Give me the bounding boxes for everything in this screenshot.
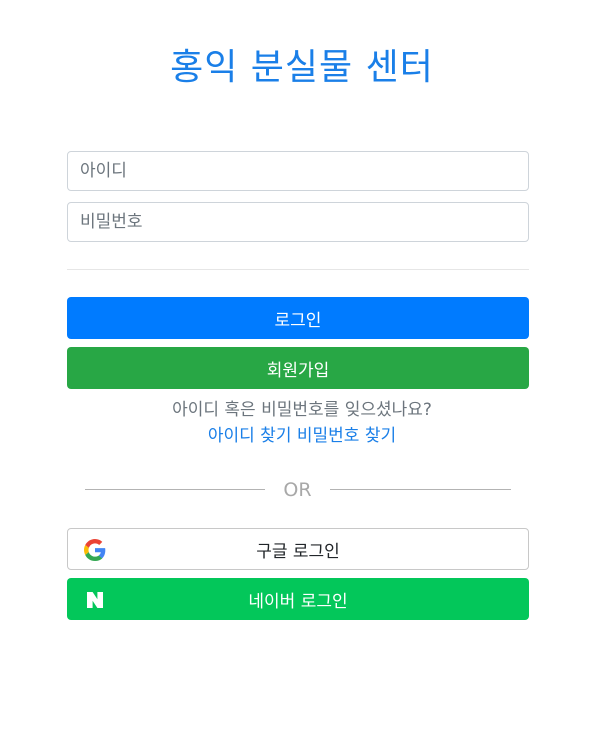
find-links: 아이디 찾기 비밀번호 찾기 bbox=[0, 425, 604, 447]
signup-button-label: 회원가입 bbox=[266, 360, 330, 381]
password-input[interactable] bbox=[67, 202, 529, 242]
google-icon bbox=[84, 539, 106, 561]
google-login-button[interactable]: 구글 로그인 bbox=[67, 528, 529, 570]
id-input[interactable] bbox=[67, 151, 529, 191]
google-login-label: 구글 로그인 bbox=[256, 541, 340, 562]
naver-login-button[interactable]: 네이버 로그인 bbox=[67, 578, 529, 620]
find-password-link[interactable]: 비밀번호 찾기 bbox=[297, 426, 396, 446]
form-divider bbox=[67, 269, 529, 270]
login-button[interactable]: 로그인 bbox=[67, 297, 529, 339]
login-button-label: 로그인 bbox=[274, 310, 322, 331]
find-id-link[interactable]: 아이디 찾기 bbox=[208, 426, 292, 446]
or-line-right bbox=[330, 489, 511, 490]
or-line-left bbox=[85, 489, 265, 490]
or-separator: OR bbox=[85, 479, 511, 501]
naver-login-label: 네이버 로그인 bbox=[248, 591, 348, 612]
page-title: 홍익 분실물 센터 bbox=[170, 47, 434, 88]
or-label: OR bbox=[283, 479, 312, 501]
naver-icon bbox=[84, 589, 106, 611]
forgot-credentials-text: 아이디 혹은 비밀번호를 잊으셨나요? bbox=[172, 400, 432, 420]
signup-button[interactable]: 회원가입 bbox=[67, 347, 529, 389]
